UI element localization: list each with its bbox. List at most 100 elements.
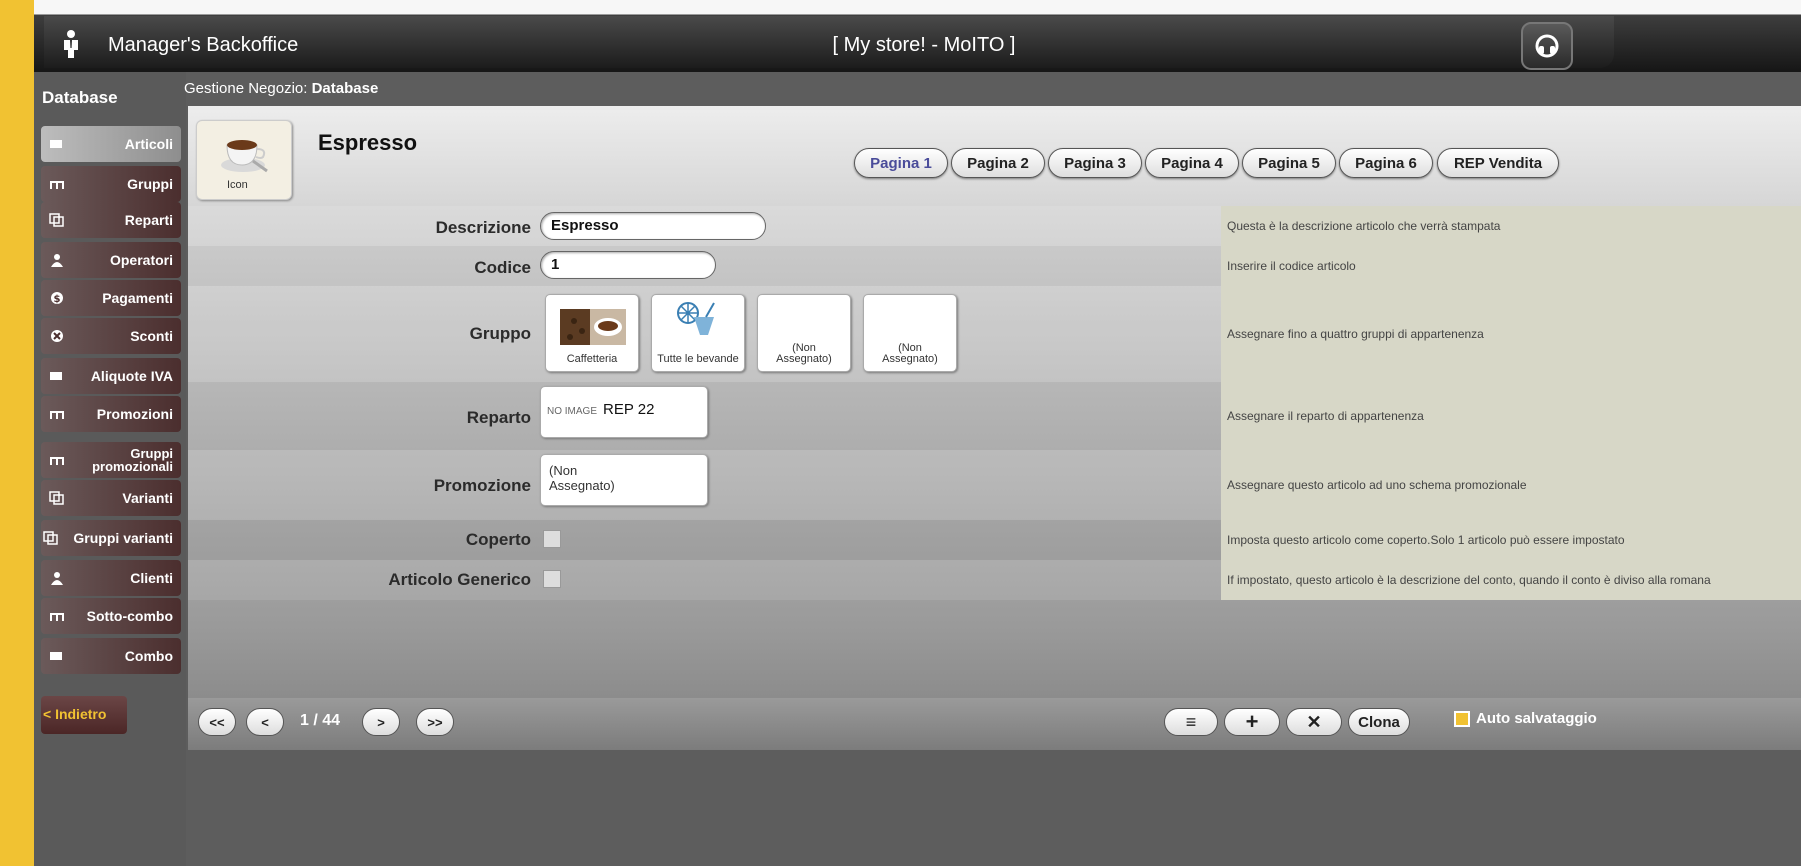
autosave-label: Auto salvataggio: [1476, 710, 1597, 727]
promozione-selector[interactable]: (Non Assegnato): [540, 454, 708, 506]
sidebar-item-label: Combo: [124, 648, 173, 664]
square-icon: [50, 372, 62, 380]
breadcrumb: Gestione Negozio: Database: [184, 80, 378, 97]
clone-button[interactable]: Clona: [1348, 708, 1410, 736]
promozione-label: Promozione: [433, 476, 531, 495]
sidebar-item-label: Pagamenti: [102, 290, 173, 306]
menu-button[interactable]: ≡: [1164, 708, 1218, 736]
sidebar-item-aliquote-iva[interactable]: Aliquote IVA: [41, 358, 181, 394]
sidebar-item-promozioni[interactable]: Promozioni: [41, 396, 181, 432]
delete-button[interactable]: ✕: [1286, 708, 1342, 736]
generico-help: If impostato, questo articolo è la descr…: [1221, 560, 1801, 600]
row-gruppo: Gruppo Caffetteria Tutte le bevande (Non…: [188, 286, 1801, 382]
first-page-button[interactable]: <<: [198, 708, 236, 736]
autosave-checkbox[interactable]: [1454, 710, 1470, 727]
group-card-empty[interactable]: (Non Assegnato): [757, 294, 851, 372]
sidebar-item-label: Gruppi promozionali: [92, 446, 173, 474]
generico-label: Articolo Generico: [388, 570, 531, 589]
row-articolo-generico: Articolo Generico If impostato, questo a…: [188, 560, 1801, 600]
coffee-cup-icon: [221, 140, 268, 173]
dollar-icon: $: [51, 292, 63, 305]
sidebar-item-reparti[interactable]: Reparti: [41, 202, 181, 238]
tab-pagina-4[interactable]: Pagina 4: [1145, 148, 1239, 178]
gruppo-help: Assegnare fino a quattro gruppi di appar…: [1221, 286, 1801, 382]
reparto-selector[interactable]: NO IMAGE REP 22: [540, 386, 708, 438]
page-counter: 1 / 44: [300, 712, 341, 729]
copy-icon: [49, 491, 64, 505]
tab-pagina-6[interactable]: Pagina 6: [1339, 148, 1433, 178]
codice-label: Codice: [474, 258, 531, 277]
discount-icon: [51, 330, 63, 342]
article-icon-picker[interactable]: Icon: [196, 120, 292, 200]
sidebar-item-label: Sotto-combo: [86, 608, 173, 624]
last-page-button[interactable]: >>: [416, 708, 454, 736]
sidebar-item-label: Reparti: [124, 212, 173, 228]
help-button[interactable]: [1521, 22, 1573, 70]
sidebar-item-gruppi-varianti[interactable]: Gruppi varianti: [41, 520, 181, 556]
sidebar-item-gruppi-promozionali[interactable]: Gruppi promozionali: [41, 442, 181, 478]
copy-icon: [49, 213, 64, 227]
sidebar-item-label: Operatori: [109, 252, 173, 268]
group-card-tutte-le-bevande[interactable]: Tutte le bevande: [651, 294, 745, 372]
tab-rep-vendita[interactable]: REP Vendita: [1437, 148, 1559, 178]
prev-page-button[interactable]: <: [246, 708, 284, 736]
coperto-checkbox[interactable]: [543, 530, 561, 548]
tab-pagina-5[interactable]: Pagina 5: [1242, 148, 1336, 178]
tab-pagina-1[interactable]: Pagina 1: [854, 148, 948, 178]
reparto-help: Assegnare il reparto di appartenenza: [1221, 382, 1801, 450]
reparto-label: Reparto: [466, 408, 531, 427]
descrizione-help: Questa è la descrizione articolo che ver…: [1221, 206, 1801, 246]
promozione-value: (Non Assegnato): [549, 463, 615, 493]
descrizione-input[interactable]: Espresso: [540, 212, 766, 240]
menu-icon: ≡: [1185, 711, 1197, 732]
app-window: Manager's Backoffice [ My store! - MoITO…: [34, 0, 1801, 866]
codice-input[interactable]: 1: [540, 251, 716, 279]
sidebar-item-label: Clienti: [130, 570, 173, 586]
sidebar-item-label: Varianti: [122, 490, 173, 506]
group-card-caffetteria[interactable]: Caffetteria: [545, 294, 639, 372]
bottom-toolbar: << < 1 / 44 > >> ≡ + ✕ Clona Auto salvat…: [188, 698, 1801, 750]
breadcrumb-prefix: Gestione Negozio:: [184, 80, 312, 97]
no-image-placeholder: NO IMAGE: [547, 406, 598, 417]
sidebar-item-gruppi[interactable]: Gruppi: [41, 166, 181, 202]
sidebar-item-combo[interactable]: Combo: [41, 638, 181, 674]
coperto-label: Coperto: [465, 530, 531, 549]
add-button[interactable]: +: [1224, 708, 1280, 736]
promozione-help: Assegnare questo articolo ad uno schema …: [1221, 450, 1801, 520]
autosave-toggle[interactable]: Auto salvataggio: [1454, 710, 1597, 727]
app-title: Manager's Backoffice: [108, 34, 299, 56]
sidebar-item-label: Promozioni: [96, 406, 173, 422]
coperto-help: Imposta questo articolo come coperto.Sol…: [1221, 520, 1801, 560]
group-card-label: Tutte le bevande: [657, 353, 739, 365]
back-button[interactable]: < Indietro: [41, 696, 127, 734]
close-icon: ✕: [1306, 711, 1322, 732]
sidebar-item-varianti[interactable]: Varianti: [41, 480, 181, 516]
title-bar: Manager's Backoffice [ My store! - MoITO…: [44, 16, 1614, 68]
top-bar: Manager's Backoffice [ My store! - MoITO…: [34, 0, 1801, 72]
tab-pagina-3[interactable]: Pagina 3: [1048, 148, 1142, 178]
hierarchy-icon: [50, 613, 64, 621]
plus-icon: +: [1245, 709, 1259, 734]
descrizione-label: Descrizione: [435, 218, 531, 237]
square-icon: [50, 652, 62, 660]
sidebar-item-sotto-combo[interactable]: Sotto-combo: [41, 598, 181, 634]
generico-checkbox[interactable]: [543, 570, 561, 588]
sidebar-item-articoli[interactable]: Articoli: [41, 126, 181, 162]
sidebar-item-clienti[interactable]: Clienti: [41, 560, 181, 596]
coffee-photo-icon: [560, 309, 626, 345]
row-coperto: Coperto Imposta questo articolo come cop…: [188, 520, 1801, 560]
sidebar-title: Database: [42, 88, 118, 107]
sidebar-item-label: Aliquote IVA: [90, 368, 173, 384]
sidebar-item-sconti[interactable]: Sconti: [41, 318, 181, 354]
tab-pagina-2[interactable]: Pagina 2: [951, 148, 1045, 178]
sidebar-item-label: Gruppi varianti: [73, 530, 173, 546]
user-icon: [51, 254, 63, 267]
article-title: Espresso: [318, 130, 418, 155]
group-card-empty[interactable]: (Non Assegnato): [863, 294, 957, 372]
sidebar-item-pagamenti[interactable]: $ Pagamenti: [41, 280, 181, 316]
footer-area: [188, 750, 1801, 866]
next-page-button[interactable]: >: [362, 708, 400, 736]
sidebar-item-operatori[interactable]: Operatori: [41, 242, 181, 278]
group-card-label: (Non Assegnato): [882, 342, 938, 365]
article-editor: Icon Espresso Pagina 1 Pagina 2 Pagina 3…: [188, 106, 1801, 698]
